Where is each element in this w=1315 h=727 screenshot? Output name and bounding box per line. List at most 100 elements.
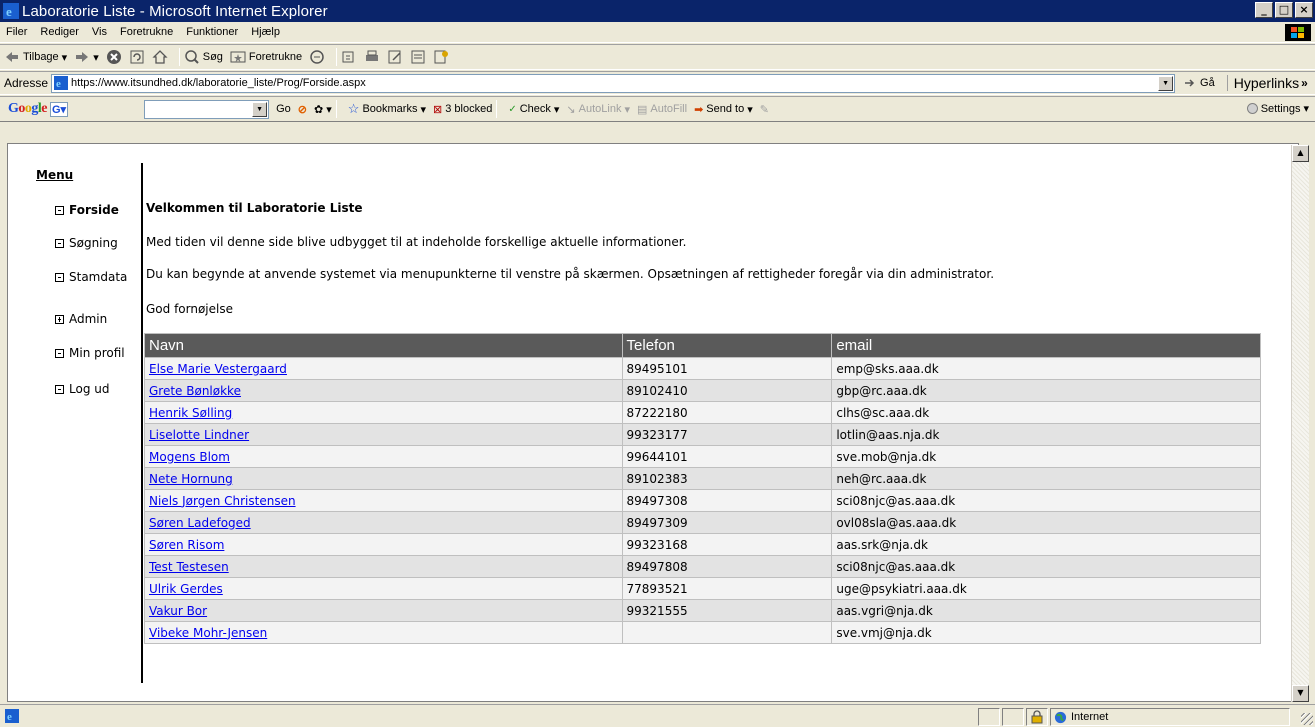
person-link[interactable]: Test Testesen (149, 560, 229, 574)
minimize-button[interactable]: _ (1255, 2, 1273, 18)
column-header-telefon[interactable]: Telefon (621, 333, 833, 358)
nav-item-log-ud[interactable]: Log ud (55, 382, 109, 396)
window-buttons: _ □ × (1255, 2, 1313, 18)
person-link[interactable]: Vakur Bor (149, 604, 207, 618)
person-link[interactable]: Søren Risom (149, 538, 224, 552)
back-button[interactable]: Tilbage ▾ (4, 49, 67, 65)
autolink-button[interactable]: ↘ AutoLink ▾ (566, 103, 630, 116)
google-menu-icon[interactable]: G▾ (50, 101, 69, 117)
person-link[interactable]: Vibeke Mohr-Jensen (149, 626, 267, 640)
discuss-icon[interactable] (410, 49, 426, 65)
zone-cell[interactable]: Internet (1050, 708, 1290, 726)
popup-blocker-button[interactable]: ⊠ 3 blocked (433, 103, 492, 116)
go-button[interactable]: Gå (1183, 77, 1215, 89)
address-dropdown-icon[interactable]: ▼ (1158, 75, 1174, 91)
scroll-up-icon[interactable]: ▲ (1292, 145, 1309, 162)
spellcheck-button[interactable]: ✓ Check ▾ (508, 103, 559, 116)
nav-item-min-profil[interactable]: Min profil (55, 346, 125, 360)
autofill-button[interactable]: ▤ AutoFill (637, 103, 687, 116)
refresh-icon[interactable] (129, 49, 145, 65)
name-cell: Henrik Sølling (144, 401, 623, 424)
autolink-label: AutoLink (578, 103, 622, 115)
home-icon[interactable] (152, 49, 168, 65)
nav-item-stamdata[interactable]: Stamdata (55, 270, 127, 284)
address-input[interactable]: e https://www.itsundhed.dk/laboratorie_l… (51, 73, 1176, 93)
column-header-email[interactable]: email (831, 333, 1261, 358)
windows-flag-icon (1285, 24, 1311, 41)
forward-dropdown-icon[interactable]: ▾ (93, 51, 99, 64)
person-link[interactable]: Else Marie Vestergaard (149, 362, 287, 376)
links-toolbar-label[interactable]: Hyperlinks (1226, 75, 1299, 91)
go-label: Gå (1200, 77, 1215, 89)
name-cell: Test Testesen (144, 555, 623, 578)
search-button[interactable]: Søg (184, 49, 223, 65)
scroll-down-icon[interactable]: ▼ (1292, 685, 1309, 702)
menu-tools[interactable]: Funktioner (184, 26, 240, 38)
scroll-track[interactable] (1292, 162, 1309, 685)
google-search-dropdown-icon[interactable]: ▼ (252, 101, 268, 117)
name-cell: Vibeke Mohr-Jensen (144, 621, 623, 644)
nav-item-sogning[interactable]: Søgning (55, 236, 118, 250)
bookmarks-button[interactable]: ☆ Bookmarks ▾ (348, 101, 426, 117)
sendto-button[interactable]: ➡ Send to ▾ (694, 103, 753, 116)
person-link[interactable]: Mogens Blom (149, 450, 230, 464)
stop-icon[interactable] (106, 49, 122, 65)
blocked-label: 3 blocked (445, 103, 493, 115)
address-label: Adresse (4, 76, 49, 90)
security-cell[interactable] (1026, 708, 1048, 726)
resize-grip-icon[interactable] (1301, 713, 1313, 725)
toolbar-separator (336, 48, 338, 66)
print-icon[interactable] (364, 49, 380, 65)
person-link[interactable]: Nete Hornung (149, 472, 233, 486)
edit-icon[interactable] (387, 49, 403, 65)
toolbar-separator (496, 100, 498, 118)
email-cell: emp@sks.aaa.dk (831, 357, 1261, 380)
email-cell: neh@rc.aaa.dk (831, 467, 1261, 490)
settings-button[interactable]: Settings ▾ (1246, 102, 1309, 115)
table-row: Nete Hornung 89102383 neh@rc.aaa.dk (144, 467, 1261, 490)
google-logo[interactable]: Google (8, 101, 47, 117)
options-icon[interactable]: ✿ ▾ (314, 103, 332, 116)
lock-icon (1031, 710, 1043, 724)
column-header-navn[interactable]: Navn (144, 333, 623, 358)
favorites-button[interactable]: Foretrukne (230, 49, 302, 65)
close-button[interactable]: × (1295, 2, 1313, 18)
person-link[interactable]: Niels Jørgen Christensen (149, 494, 296, 508)
links-chevron-icon[interactable]: » (1301, 76, 1308, 90)
name-cell: Søren Ladefoged (144, 511, 623, 534)
phone-cell: 99321555 (621, 599, 833, 622)
phone-cell (621, 621, 833, 644)
person-link[interactable]: Liselotte Lindner (149, 428, 249, 442)
messenger-icon[interactable] (433, 49, 449, 65)
menu-view[interactable]: Vis (90, 26, 109, 38)
menu-favorites[interactable]: Foretrukne (118, 26, 175, 38)
person-link[interactable]: Grete Bønløkke (149, 384, 241, 398)
status-cell (978, 708, 1000, 726)
google-search-input[interactable]: ▼ (144, 99, 270, 119)
google-go-button[interactable]: Go (276, 103, 291, 115)
search-icon (184, 50, 199, 64)
page-title: Velkommen til Laboratorie Liste (146, 201, 363, 215)
media-icon[interactable] (309, 49, 325, 65)
maximize-button[interactable]: □ (1275, 2, 1293, 18)
table-row: Søren Risom 99323168 aas.srk@nja.dk (144, 533, 1261, 556)
spellcheck-icon: ✓ (508, 103, 517, 115)
person-link[interactable]: Ulrik Gerdes (149, 582, 223, 596)
forward-button[interactable]: ▾ (74, 49, 99, 65)
mail-icon[interactable] (341, 49, 357, 65)
highlight-icon[interactable]: ✎ (760, 103, 769, 116)
bullet-minus-icon (55, 238, 64, 248)
autofill-label: AutoFill (650, 103, 688, 115)
person-link[interactable]: Henrik Sølling (149, 406, 232, 420)
pagerank-icon[interactable]: ⊘ (298, 103, 307, 116)
back-dropdown-icon[interactable]: ▾ (62, 51, 68, 64)
menu-edit[interactable]: Rediger (38, 26, 81, 38)
table-row: Vakur Bor 99321555 aas.vgri@nja.dk (144, 599, 1261, 622)
nav-item-forside[interactable]: Forside (55, 203, 119, 217)
person-link[interactable]: Søren Ladefoged (149, 516, 251, 530)
nav-item-admin[interactable]: Admin (55, 312, 107, 326)
table-row: Ulrik Gerdes 77893521 uge@psykiatri.aaa.dk (144, 577, 1261, 600)
vertical-scrollbar[interactable]: ▲ ▼ (1291, 145, 1309, 702)
menu-help[interactable]: Hjælp (249, 26, 282, 38)
menu-file[interactable]: Filer (4, 26, 29, 38)
